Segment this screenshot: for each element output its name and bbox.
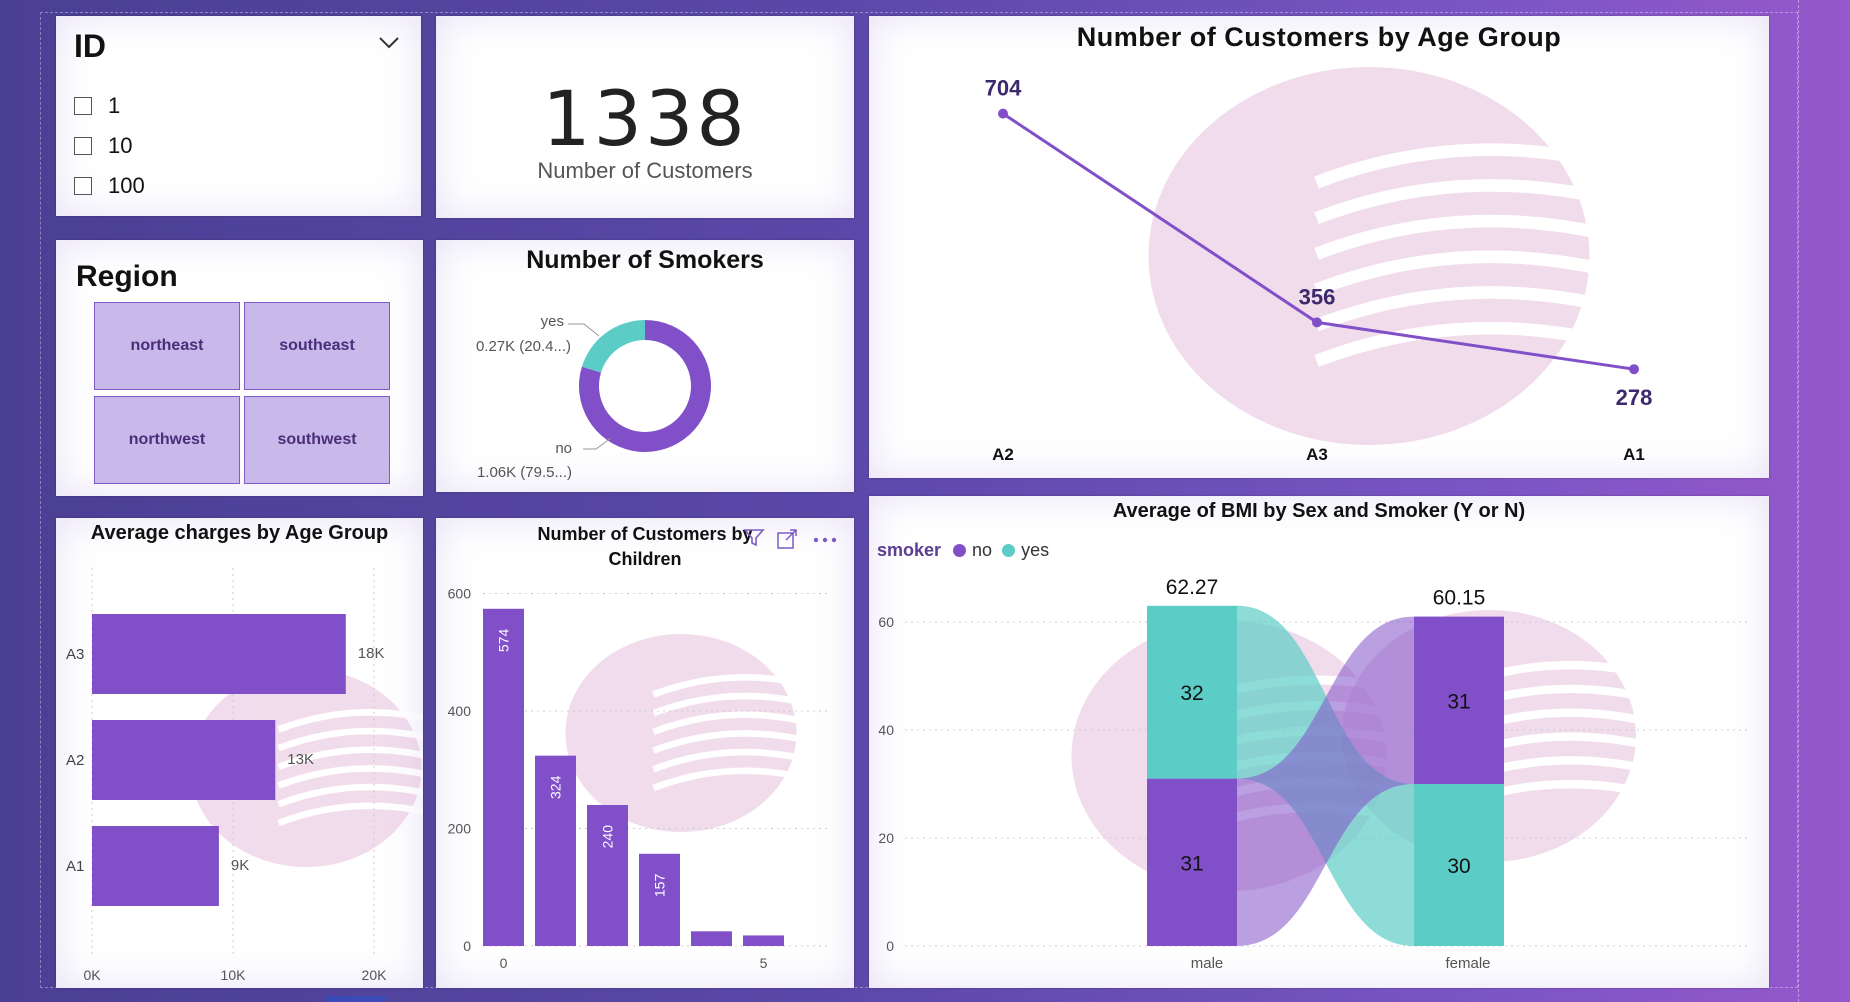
checkbox[interactable] [74,177,92,195]
bar-value-label: 18K [358,645,385,662]
y-tick-label: 20 [878,830,894,846]
bar [691,931,732,946]
bar-value-label: 13K [287,751,314,768]
id-slicer[interactable]: ID 1 10 100 1000 [56,16,421,216]
segment-label: 31 [1447,690,1470,713]
y-tick-label: 40 [878,722,894,738]
id-item[interactable]: 1000 [74,206,374,216]
segment-label: 31 [1180,852,1203,875]
id-slicer-title: ID [74,28,106,64]
data-point [1629,364,1639,375]
data-label: 704 [985,76,1022,101]
bar-value-label: 9K [231,857,249,874]
y-tick-label: A3 [66,646,84,663]
data-point [998,108,1008,119]
bar [92,614,346,694]
x-tick-label: A3 [1306,445,1328,464]
segment-label: 30 [1447,855,1470,878]
region-button-southeast[interactable]: southeast [244,302,390,390]
donut-value-no: 1.06K (79.5...) [477,464,572,481]
age-group-line-card: Number of Customers by Age Group 704 A2 35… [869,16,1769,478]
y-tick-label: A1 [66,858,84,875]
bar [483,608,524,946]
region-title: Region [76,260,178,293]
bar [639,853,680,946]
region-button-northwest[interactable]: northwest [94,396,240,484]
x-tick-label: A2 [992,445,1014,464]
y-tick-label: 400 [448,703,472,719]
id-item[interactable]: 1 [74,86,374,126]
bar [92,826,219,906]
y-tick-label: A2 [66,752,84,769]
x-tick-label: male [1191,955,1224,972]
x-tick-label: 20K [362,967,388,983]
children-bar-chart: 0 200 400 600 574 324 240 157 0 5 [448,586,831,971]
bar [743,935,784,946]
id-item[interactable]: 10 [74,126,374,166]
donut-value-yes: 0.27K (20.4...) [476,338,571,355]
bmi-card: Average of BMI by Sex and Smoker (Y or N… [869,496,1769,988]
y-tick-label: 0 [463,938,471,954]
x-tick-label: A1 [1623,445,1645,464]
children-card: Number of Customers by Children 0 200 400 6… [436,518,854,988]
donut-slice-yes [581,320,645,373]
id-slicer-list: 1 10 100 1000 [74,86,374,216]
segment-label: 32 [1180,682,1203,705]
bar-value-label: 240 [600,825,616,849]
bar [92,720,276,800]
x-tick-label: 0K [83,967,101,983]
smokers-donut-card: Number of Smokers yes 0.27K (20.4...) no 1.… [436,240,854,492]
page-tab-indicator[interactable] [325,996,385,1002]
y-tick-label: 600 [448,586,472,602]
checkbox[interactable] [74,137,92,155]
region-button-southwest[interactable]: southwest [244,396,390,484]
data-label: 278 [1616,385,1653,410]
age-group-line-chart: 704 A2 356 A3 278 A1 [985,67,1653,464]
y-tick-label: 60 [878,614,894,630]
bar-value-label: 324 [548,775,564,799]
y-tick-label: 200 [448,821,472,837]
id-item[interactable]: 100 [74,166,374,206]
kpi-value: 1338 [542,74,748,163]
avg-charges-card: Average charges by Age Group 0K 10K 20K A3 1… [56,518,423,988]
checkbox[interactable] [74,97,92,115]
avg-charges-bar-chart: 0K 10K 20K A3 18K A2 13K A1 9K [66,568,423,983]
chevron-down-icon[interactable] [378,36,400,50]
x-tick-label: 10K [221,967,247,983]
region-slicer: Region northeast southeast northwest sou… [56,240,423,496]
total-label: 60.15 [1433,587,1486,610]
data-point [1312,317,1322,328]
x-tick-label: female [1445,955,1490,972]
watermark-logo [565,634,803,832]
y-tick-label: 0 [886,938,894,954]
canvas-guide-right [1798,0,1799,1002]
bar-value-label: 157 [652,874,668,898]
donut-label-no: no [555,440,572,457]
bar-value-label: 574 [496,629,512,653]
region-button-northeast[interactable]: northeast [94,302,240,390]
leader-line-yes [568,323,600,337]
smokers-donut-chart: yes 0.27K (20.4...) no 1.06K (79.5...) [476,313,711,481]
x-tick-label: 5 [760,955,768,971]
kpi-label: Number of Customers [537,158,753,183]
data-label: 356 [1299,284,1336,309]
donut-label-yes: yes [541,313,564,330]
total-label: 62.27 [1166,576,1219,599]
x-tick-label: 0 [500,955,508,971]
customer-count-card: 1338 Number of Customers [436,16,854,218]
bmi-ribbon-chart: 0 20 40 60 31 32 30 31 62.27 60.15 male female [878,576,1749,972]
